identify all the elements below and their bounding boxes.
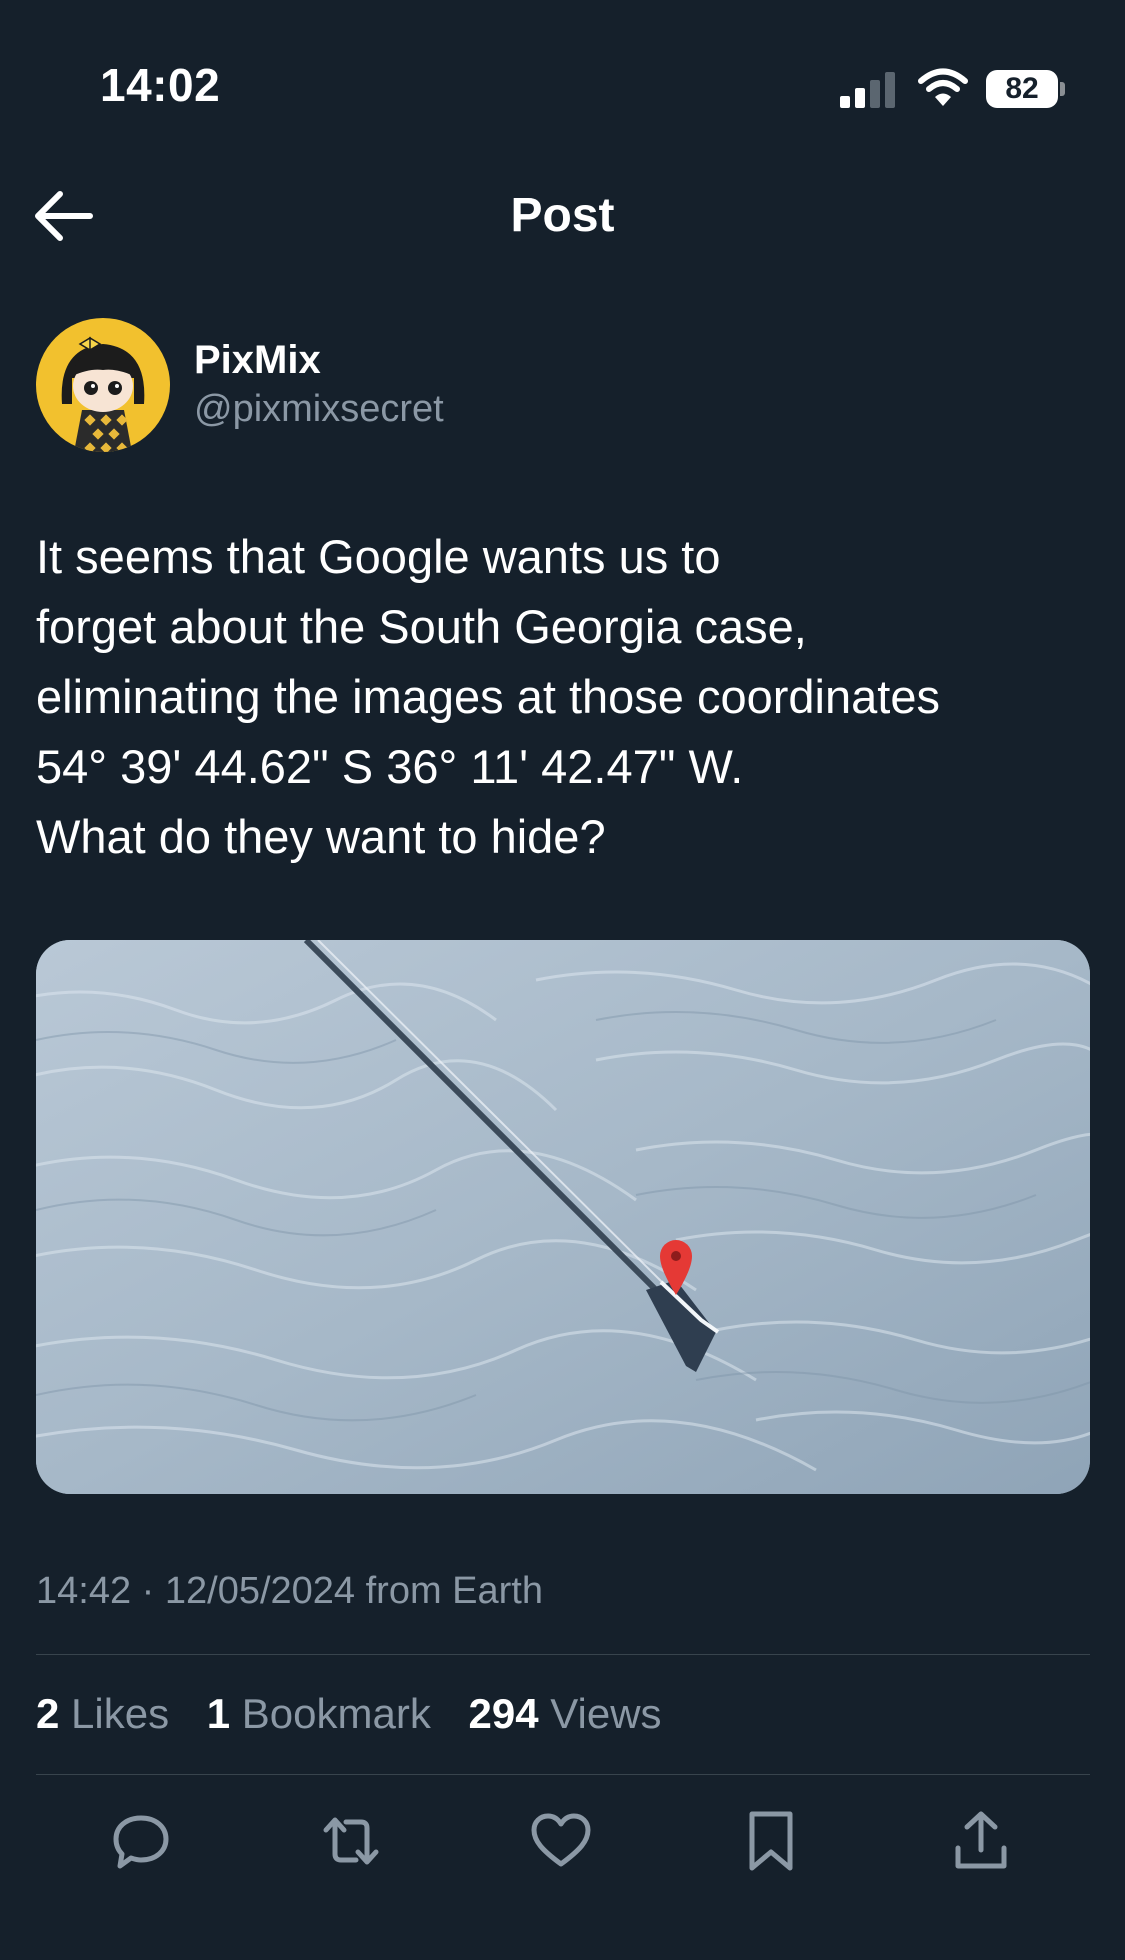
share-icon[interactable] — [948, 1808, 1014, 1874]
battery-tip — [1060, 82, 1065, 96]
satellite-image — [36, 940, 1090, 1494]
user-handle[interactable]: @pixmixsecret — [194, 388, 444, 431]
divider — [36, 1654, 1090, 1655]
page-title: Post — [510, 189, 615, 242]
views-stat: 294 Views — [469, 1690, 662, 1737]
wifi-icon — [918, 68, 968, 106]
views-count: 294 — [468, 1690, 539, 1737]
battery-indicator: 82 — [986, 70, 1065, 108]
post-image[interactable] — [36, 940, 1090, 1494]
status-time: 14:02 — [100, 59, 221, 111]
battery-level: 82 — [986, 70, 1058, 108]
likes-count: 2 — [36, 1690, 60, 1737]
likes-label: Likes — [71, 1690, 170, 1737]
status-bar: 14:02 82 — [0, 0, 1125, 140]
bookmark-icon[interactable] — [738, 1808, 804, 1874]
display-name[interactable]: PixMix — [194, 338, 321, 383]
post-header: Post — [0, 170, 1125, 260]
reply-icon[interactable] — [108, 1808, 174, 1874]
repost-icon[interactable] — [318, 1808, 384, 1874]
post-timestamp: 14:42 · 12/05/2024 from Earth — [36, 1570, 543, 1612]
cellular-signal-icon — [840, 72, 895, 108]
post-text: It seems that Google wants us to forget … — [36, 530, 940, 863]
likes-stat[interactable]: 2 Likes — [36, 1690, 181, 1737]
post-stats: 2 Likes 1 Bookmark 294 Views — [36, 1690, 688, 1738]
bookmarks-label: Bookmark — [241, 1690, 431, 1737]
action-bar — [0, 1808, 1125, 1878]
avatar-illustration — [36, 318, 170, 452]
author-row: PixMix @pixmixsecret — [36, 318, 1086, 458]
bookmarks-stat[interactable]: 1 Bookmark — [207, 1690, 443, 1737]
avatar[interactable] — [36, 318, 170, 452]
like-icon[interactable] — [528, 1808, 594, 1874]
divider — [36, 1774, 1090, 1775]
views-label: Views — [550, 1690, 662, 1737]
bookmarks-count: 1 — [206, 1690, 231, 1737]
